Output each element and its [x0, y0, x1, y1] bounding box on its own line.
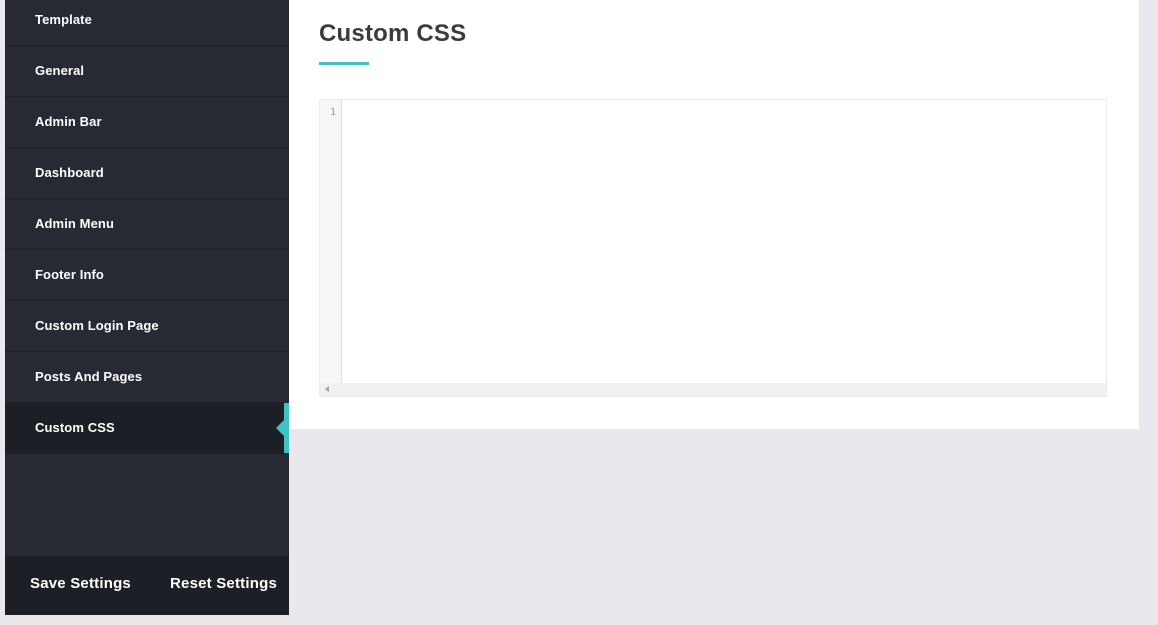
sidebar-item-label: Posts And Pages	[35, 369, 143, 384]
sidebar-item-label: Admin Menu	[35, 216, 114, 231]
sidebar-item-dashboard[interactable]: Dashboard	[5, 148, 289, 199]
sidebar-item-custom-css[interactable]: Custom CSS	[5, 403, 289, 454]
page-title: Custom CSS	[319, 20, 467, 47]
sidebar-item-label: Footer Info	[35, 267, 104, 282]
scroll-left-arrow-icon[interactable]	[325, 386, 329, 392]
save-settings-button[interactable]: Save Settings	[30, 575, 131, 592]
sidebar-item-admin-menu[interactable]: Admin Menu	[5, 199, 289, 250]
sidebar-nav: Template General Admin Bar Dashboard Adm…	[5, 0, 289, 454]
sidebar-item-custom-login-page[interactable]: Custom Login Page	[5, 301, 289, 352]
css-code-input[interactable]	[342, 100, 1106, 383]
sidebar-item-template[interactable]: Template	[5, 0, 289, 46]
sidebar-footer: Save Settings Reset Settings	[5, 556, 289, 615]
sidebar-item-general[interactable]: General	[5, 46, 289, 97]
sidebar-item-label: Admin Bar	[35, 114, 102, 129]
settings-sidebar: Template General Admin Bar Dashboard Adm…	[5, 0, 289, 615]
css-code-editor: 1	[319, 99, 1107, 397]
horizontal-scrollbar[interactable]	[320, 383, 1106, 396]
sidebar-item-label: Dashboard	[35, 165, 104, 180]
custom-css-panel: Custom CSS 1	[289, 0, 1139, 429]
sidebar-item-footer-info[interactable]: Footer Info	[5, 250, 289, 301]
reset-settings-button[interactable]: Reset Settings	[170, 575, 277, 592]
sidebar-item-label: General	[35, 63, 85, 78]
active-indicator-arrow	[276, 420, 284, 436]
sidebar-item-label: Custom CSS	[35, 420, 115, 435]
sidebar-item-label: Custom Login Page	[35, 318, 159, 333]
sidebar-item-admin-bar[interactable]: Admin Bar	[5, 97, 289, 148]
title-underline	[319, 62, 369, 65]
sidebar-item-label: Template	[35, 12, 92, 27]
line-number-gutter: 1	[320, 100, 342, 383]
line-number: 1	[329, 107, 336, 118]
sidebar-item-posts-and-pages[interactable]: Posts And Pages	[5, 352, 289, 403]
